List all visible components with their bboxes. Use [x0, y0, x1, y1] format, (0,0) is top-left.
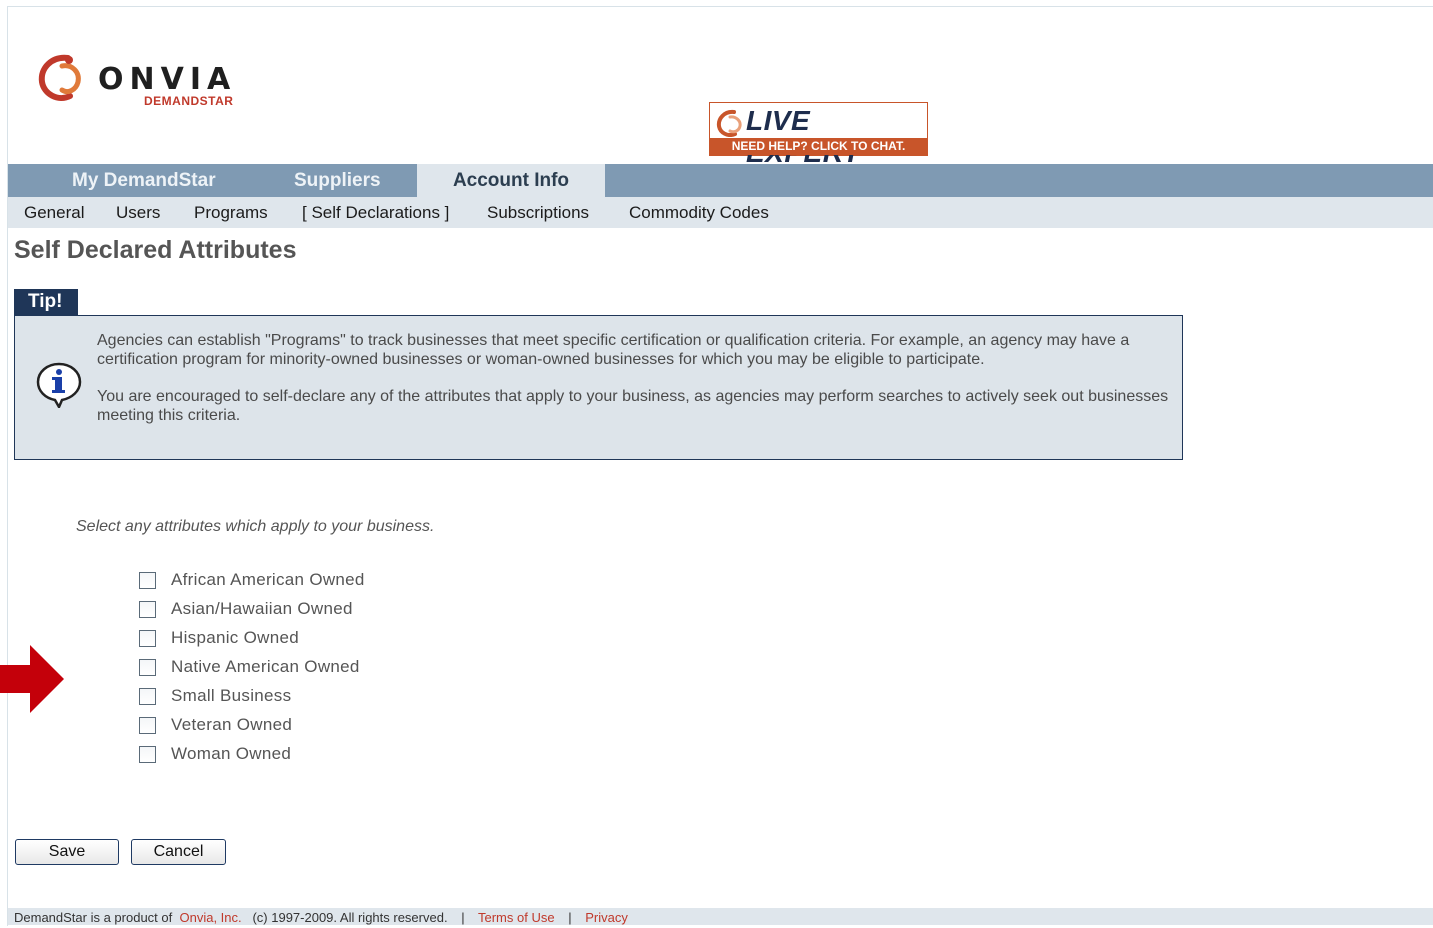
attribute-woman-owned[interactable]: Woman Owned [139, 743, 439, 767]
checkbox[interactable] [139, 717, 156, 734]
onvia-logo[interactable]: ONVIA DEMANDSTAR [38, 52, 258, 112]
cancel-button[interactable]: Cancel [131, 839, 226, 865]
top-navigation: My DemandStar Suppliers Account Info [8, 164, 1433, 197]
checkbox[interactable] [139, 572, 156, 589]
tip-box: Agencies can establish "Programs" to tra… [14, 315, 1183, 460]
subnav-subscriptions[interactable]: Subscriptions [487, 197, 589, 228]
tip-paragraph: You are encouraged to self-declare any o… [97, 388, 1169, 424]
footer: DemandStar is a product of Onvia, Inc. (… [8, 908, 1433, 925]
subnav-general[interactable]: General [24, 197, 84, 228]
attribute-label: African American Owned [171, 570, 365, 589]
footer-terms-link[interactable]: Terms of Use [478, 910, 555, 925]
attribute-small-business[interactable]: Small Business [139, 685, 439, 709]
attribute-african-american-owned[interactable]: African American Owned [139, 569, 439, 593]
attribute-label: Native American Owned [171, 657, 360, 676]
sub-navigation: General Users Programs [ Self Declaratio… [8, 197, 1433, 228]
subnav-programs[interactable]: Programs [194, 197, 268, 228]
tip-text: Agencies can establish "Programs" to tra… [97, 331, 1172, 443]
checkbox[interactable] [139, 601, 156, 618]
save-button[interactable]: Save [15, 839, 119, 865]
footer-separator: | [568, 910, 572, 925]
attribute-hispanic-owned[interactable]: Hispanic Owned [139, 627, 439, 651]
attribute-label: Small Business [171, 686, 292, 705]
onvia-swirl-icon [38, 54, 81, 102]
subnav-self-declarations[interactable]: [ Self Declarations ] [302, 197, 449, 228]
subnav-users[interactable]: Users [116, 197, 160, 228]
footer-company-link[interactable]: Onvia, Inc. [179, 910, 241, 925]
live-expert-chat-button[interactable]: LIVE EXPERT NEED HELP? CLICK TO CHAT. [709, 102, 928, 168]
form-instruction: Select any attributes which apply to you… [76, 518, 435, 535]
attribute-asian-hawaiian-owned[interactable]: Asian/Hawaiian Owned [139, 598, 439, 622]
attribute-label: Hispanic Owned [171, 628, 299, 647]
attribute-label: Woman Owned [171, 744, 292, 763]
footer-copyright: (c) 1997-2009. All rights reserved. [252, 910, 448, 925]
annotation-arrow-icon [0, 645, 64, 713]
page-title: Self Declared Attributes [14, 236, 297, 264]
tab-account-info[interactable]: Account Info [417, 164, 605, 197]
live-expert-subtitle: NEED HELP? CLICK TO CHAT. [710, 138, 927, 155]
tip-paragraph: Agencies can establish "Programs" to tra… [97, 332, 1130, 368]
footer-text: DemandStar is a product of [14, 910, 173, 925]
checkbox[interactable] [139, 659, 156, 676]
checkbox[interactable] [139, 746, 156, 763]
tab-my-demandstar[interactable]: My DemandStar [72, 164, 216, 197]
info-icon [36, 362, 82, 408]
checkbox[interactable] [139, 688, 156, 705]
attribute-label: Veteran Owned [171, 715, 293, 734]
logo-subtitle: DEMANDSTAR [144, 94, 234, 108]
footer-privacy-link[interactable]: Privacy [585, 910, 628, 925]
live-expert-title: LIVE EXPERT [746, 105, 860, 168]
tip-label: Tip! [14, 289, 78, 315]
subnav-commodity-codes[interactable]: Commodity Codes [629, 197, 769, 228]
onvia-swirl-icon [716, 109, 742, 137]
attribute-label: Asian/Hawaiian Owned [171, 599, 353, 618]
attribute-native-american-owned[interactable]: Native American Owned [139, 656, 439, 680]
logo-wordmark: ONVIA [98, 62, 237, 97]
tab-suppliers[interactable]: Suppliers [294, 164, 381, 197]
footer-separator: | [461, 910, 465, 925]
attribute-veteran-owned[interactable]: Veteran Owned [139, 714, 439, 738]
checkbox[interactable] [139, 630, 156, 647]
